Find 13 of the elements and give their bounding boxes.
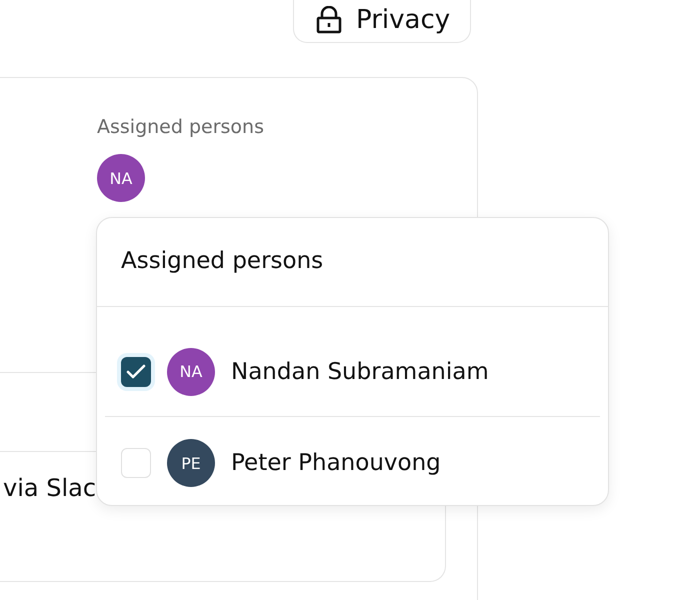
- person-name[interactable]: Nandan Subramaniam: [231, 358, 489, 384]
- check-icon: [126, 364, 146, 380]
- lock-icon: [316, 6, 342, 34]
- checkbox[interactable]: [121, 448, 151, 478]
- avatar: NA: [167, 348, 215, 396]
- avatar: NA: [97, 154, 145, 202]
- field-label: Assigned persons: [97, 116, 265, 138]
- avatar: PE: [167, 439, 215, 487]
- privacy-button[interactable]: Privacy: [293, 0, 472, 43]
- checkbox[interactable]: [121, 356, 151, 386]
- body-text: via Slac: [3, 474, 96, 502]
- person-name[interactable]: Peter Phanouvong: [231, 450, 441, 476]
- popover-title: Assigned persons: [97, 218, 608, 307]
